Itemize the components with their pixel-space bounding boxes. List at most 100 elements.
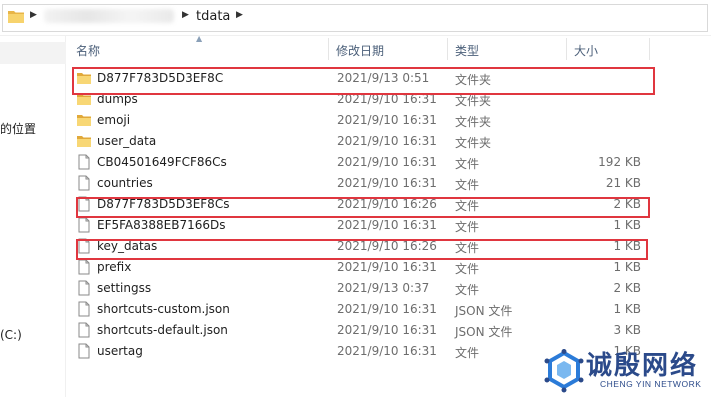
file-icon [78,217,90,233]
file-name: shortcuts-default.json [97,323,228,337]
file-size: 1 KB [613,218,641,232]
watermark-title: 诚殷网络 [586,351,699,381]
file-name: CB04501649FCF86Cs [97,155,227,169]
file-name: key_datas [97,239,158,253]
file-type: JSON 文件 [455,325,513,339]
sort-ascending-icon: ▲ [196,34,203,43]
file-date: 2021/9/10 16:31 [337,155,437,169]
column-header-type[interactable]: 类型 [455,42,479,59]
file-type: 文件 [455,178,480,192]
table-row[interactable]: countries 2021/9/10 16:31 文件 21 KB [66,173,711,194]
file-date: 2021/9/10 16:31 [337,260,437,274]
file-date: 2021/9/10 16:31 [337,176,437,190]
column-divider[interactable] [649,38,650,60]
file-type: JSON 文件 [455,304,513,318]
table-row[interactable]: D877F783D5D3EF8Cs 2021/9/10 16:26 文件 2 K… [66,194,711,215]
file-name: EF5FA8388EB7166Ds [97,218,226,232]
navigation-pane: 的位置 (C:) [0,36,66,397]
file-icon [78,259,90,275]
file-icon [78,280,90,296]
file-type: 文件 [455,346,480,360]
file-type: 文件夹 [455,94,492,108]
watermark-logo: 诚殷网络 CHENG YIN NETWORK [540,345,711,397]
file-type: 文件 [455,220,480,234]
nav-item-drive-c[interactable]: (C:) [0,328,22,342]
table-row[interactable]: EF5FA8388EB7166Ds 2021/9/10 16:31 文件 1 K… [66,215,711,236]
file-date: 2021/9/13 0:37 [337,281,430,295]
file-date: 2021/9/10 16:31 [337,134,437,148]
column-divider[interactable] [328,38,329,60]
file-icon [78,154,90,170]
folder-icon [77,73,91,84]
file-size: 3 KB [613,323,641,337]
file-size: 1 KB [613,302,641,316]
file-date: 2021/9/10 16:31 [337,323,437,337]
file-size: 1 KB [613,239,641,253]
file-icon [78,238,90,254]
file-icon [78,196,90,212]
file-name: D877F783D5D3EF8C [97,71,224,85]
file-size: 192 KB [598,155,641,169]
file-type: 文件 [455,262,480,276]
file-type: 文件夹 [455,115,492,129]
file-icon [78,301,90,317]
file-date: 2021/9/10 16:31 [337,218,437,232]
file-size: 2 KB [613,281,641,295]
file-size: 2 KB [613,197,641,211]
chevron-right-icon[interactable]: ▶ [30,10,37,20]
file-name: emoji [97,113,131,127]
table-row[interactable]: user_data 2021/9/10 16:31 文件夹 [66,131,711,152]
file-name: dumps [97,92,138,106]
file-date: 2021/9/10 16:31 [337,113,437,127]
network-logo-icon [544,349,584,393]
blurred-path [44,9,174,23]
file-type: 文件 [455,241,480,255]
column-divider[interactable] [447,38,448,60]
file-name: shortcuts-custom.json [97,302,230,316]
file-icon [78,322,90,338]
file-date: 2021/9/10 16:26 [337,239,437,253]
table-row[interactable]: key_datas 2021/9/10 16:26 文件 1 KB [66,236,711,257]
column-header-date[interactable]: 修改日期 [336,42,384,59]
folder-icon [77,94,91,105]
table-row[interactable]: prefix 2021/9/10 16:31 文件 1 KB [66,257,711,278]
column-header-name[interactable]: 名称 [76,42,100,59]
chevron-right-icon[interactable]: ▶ [236,10,243,20]
file-date: 2021/9/13 0:51 [337,71,430,85]
folder-icon [8,11,24,23]
address-bar: ▶ ▶ tdata ▶ [0,0,711,36]
file-list: D877F783D5D3EF8C 2021/9/13 0:51 文件夹 dump… [66,68,711,362]
table-row[interactable]: dumps 2021/9/10 16:31 文件夹 [66,89,711,110]
file-date: 2021/9/10 16:26 [337,197,437,211]
folder-icon [77,115,91,126]
file-type: 文件 [455,157,480,171]
watermark-subtitle: CHENG YIN NETWORK [600,379,702,389]
file-icon [78,175,90,191]
nav-item-location[interactable]: 的位置 [0,120,36,137]
file-type: 文件 [455,283,480,297]
file-name: usertag [97,344,143,358]
file-type: 文件夹 [455,73,492,87]
file-type: 文件夹 [455,136,492,150]
file-name: countries [97,176,153,190]
column-header-row: ▲ 名称 修改日期 类型 大小 [66,34,711,62]
file-name: D877F783D5D3EF8Cs [97,197,230,211]
file-name: prefix [97,260,132,274]
file-name: settingss [97,281,152,295]
table-row[interactable]: settingss 2021/9/13 0:37 文件 2 KB [66,278,711,299]
breadcrumb-tdata[interactable]: tdata [196,9,230,24]
file-icon [78,343,90,359]
column-divider[interactable] [566,38,567,60]
table-row[interactable]: emoji 2021/9/10 16:31 文件夹 [66,110,711,131]
table-row[interactable]: shortcuts-custom.json 2021/9/10 16:31 JS… [66,299,711,320]
nav-selection[interactable] [0,42,66,64]
table-row[interactable]: shortcuts-default.json 2021/9/10 16:31 J… [66,320,711,341]
file-name: user_data [97,134,157,148]
column-header-size[interactable]: 大小 [574,42,598,59]
table-row[interactable]: CB04501649FCF86Cs 2021/9/10 16:31 文件 192… [66,152,711,173]
table-row[interactable]: D877F783D5D3EF8C 2021/9/13 0:51 文件夹 [66,68,711,89]
file-size: 21 KB [605,176,641,190]
file-type: 文件 [455,199,480,213]
chevron-right-icon[interactable]: ▶ [182,10,189,20]
file-size: 1 KB [613,260,641,274]
